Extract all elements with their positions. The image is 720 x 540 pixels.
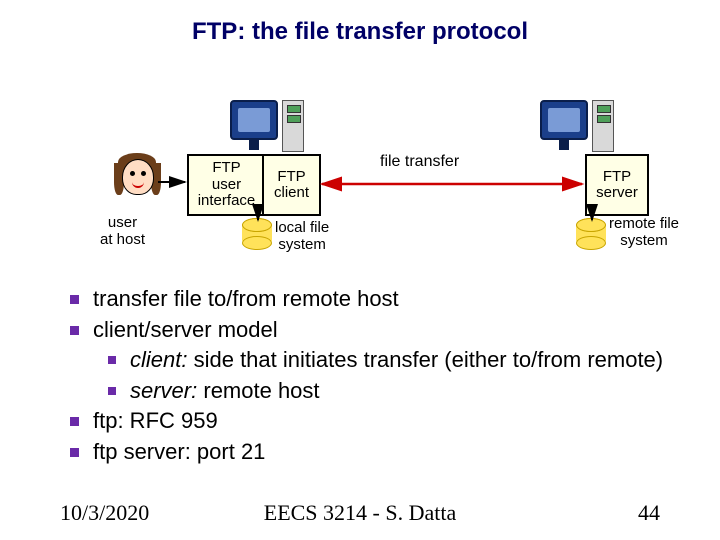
bullet-text: client/server model <box>93 316 278 345</box>
bullet-rest: side that initiates transfer (either to/… <box>187 347 663 372</box>
bullet-square-icon <box>70 448 79 457</box>
bullet-rest: remote host <box>197 378 319 403</box>
bullet-em: client: <box>130 347 187 372</box>
bullet-item: server: remote host <box>108 377 680 406</box>
bullet-list: transfer file to/from remote host client… <box>70 285 680 469</box>
bullet-text: server: remote host <box>130 377 320 406</box>
bullet-square-icon <box>108 387 116 395</box>
footer-center: EECS 3214 - S. Datta <box>0 500 720 526</box>
ftp-diagram: FTP user interface FTP client FTP server… <box>0 100 720 290</box>
bullet-item: client/server model <box>70 316 680 345</box>
bullet-item: ftp: RFC 959 <box>70 407 680 436</box>
bullet-square-icon <box>70 295 79 304</box>
bullet-square-icon <box>70 417 79 426</box>
sub-bullet-list: client: side that initiates transfer (ei… <box>108 346 680 405</box>
bullet-item: transfer file to/from remote host <box>70 285 680 314</box>
bullet-text: transfer file to/from remote host <box>93 285 399 314</box>
bullet-text: ftp server: port 21 <box>93 438 265 467</box>
bullet-text: client: side that initiates transfer (ei… <box>130 346 663 375</box>
bullet-em: server: <box>130 378 197 403</box>
bullet-item: client: side that initiates transfer (ei… <box>108 346 680 375</box>
slide-title: FTP: the file transfer protocol <box>0 18 720 46</box>
bullet-text: ftp: RFC 959 <box>93 407 218 436</box>
bullet-square-icon <box>108 356 116 364</box>
diagram-arrows <box>0 100 720 290</box>
bullet-square-icon <box>70 326 79 335</box>
bullet-item: ftp server: port 21 <box>70 438 680 467</box>
footer-page-number: 44 <box>638 500 660 526</box>
